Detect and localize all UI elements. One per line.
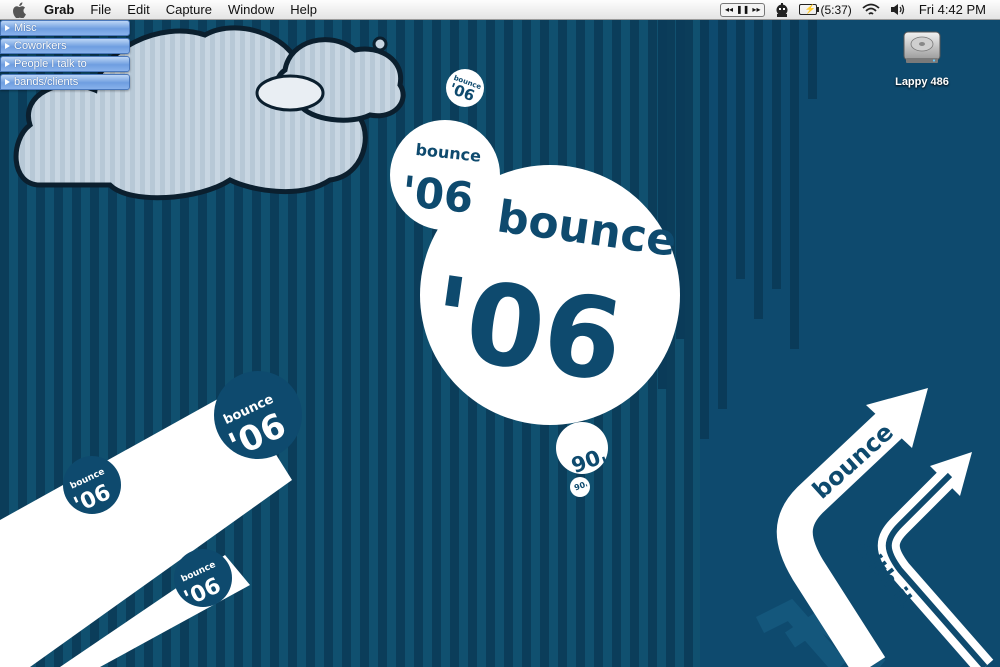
speaker-icon <box>890 4 904 15</box>
battery-icon: ⚡ <box>799 4 820 15</box>
tab-label: Coworkers <box>14 40 67 52</box>
menu-window[interactable]: Window <box>220 0 282 19</box>
tab-bands-clients[interactable]: bands/clients <box>0 74 130 90</box>
disclosure-triangle-icon <box>5 61 10 67</box>
svg-text:'06: '06 <box>400 167 476 223</box>
menu-file[interactable]: File <box>82 0 119 19</box>
robot-icon <box>776 2 788 17</box>
battery-status[interactable]: ⚡ (5:37) <box>794 3 856 17</box>
medium-bounce-logo: bounce '06 <box>390 120 500 230</box>
menu-capture[interactable]: Capture <box>158 0 220 19</box>
tab-label: Misc <box>14 22 37 34</box>
tab-label: People I talk to <box>14 58 87 70</box>
svg-text:'06: '06 <box>424 253 630 408</box>
tab-people-i-talk-to[interactable]: People I talk to <box>0 56 130 72</box>
wifi-status[interactable] <box>857 3 885 16</box>
next-track-icon[interactable]: ▸▸ <box>752 5 760 14</box>
menu-edit[interactable]: Edit <box>119 0 157 19</box>
menu-bar: Grab File Edit Capture Window Help ◂◂ ❚❚… <box>0 0 1000 20</box>
desktop-wallpaper: bounce '06 bounce '06 bounce '06 '06 '06… <box>0 0 1000 667</box>
wifi-icon <box>862 3 880 15</box>
previous-track-icon[interactable]: ◂◂ <box>725 5 733 14</box>
apple-icon <box>13 1 26 18</box>
menu-help[interactable]: Help <box>282 0 325 19</box>
disclosure-triangle-icon <box>5 25 10 31</box>
tab-label: bands/clients <box>14 76 79 88</box>
tab-coworkers[interactable]: Coworkers <box>0 38 130 54</box>
disclosure-triangle-icon <box>5 79 10 85</box>
disclosure-triangle-icon <box>5 43 10 49</box>
pause-icon[interactable]: ❚❚ <box>736 5 749 14</box>
battery-time: (5:37) <box>820 2 852 17</box>
volume-control[interactable] <box>885 3 911 16</box>
tab-misc[interactable]: Misc <box>0 20 130 36</box>
menu-app-name[interactable]: Grab <box>34 0 82 19</box>
desktop-icon-label: Lappy 486 <box>895 76 949 88</box>
menu-clock[interactable]: Fri 4:42 PM <box>911 0 1000 19</box>
small-bounce-logo-top: bounce '06 <box>446 69 484 107</box>
popup-folder-tabs: Misc Coworkers People I talk to bands/cl… <box>0 20 132 92</box>
robot-menu-extra[interactable] <box>770 2 794 17</box>
apple-menu[interactable] <box>12 1 34 18</box>
itunes-controls[interactable]: ◂◂ ❚❚ ▸▸ <box>715 2 770 17</box>
hard-drive-icon <box>903 31 941 63</box>
desktop-icon-lappy-486[interactable]: Lappy 486 <box>886 28 958 88</box>
